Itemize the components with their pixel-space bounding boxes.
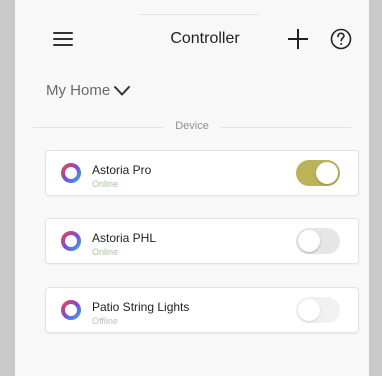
- chevron-down-icon: [114, 85, 131, 95]
- page-title: Controller: [170, 30, 240, 47]
- device-logo-icon: [61, 163, 81, 183]
- plus-icon[interactable]: [286, 27, 310, 51]
- hamburger-menu-icon[interactable]: [53, 32, 73, 46]
- device-status: Online: [92, 247, 119, 257]
- device-status: Online: [92, 179, 119, 189]
- device-name: Astoria Pro: [92, 163, 152, 177]
- header: Controller: [15, 0, 369, 75]
- home-selector-label: My Home: [46, 82, 111, 99]
- toggle-knob: [298, 299, 320, 321]
- help-icon[interactable]: [330, 28, 352, 50]
- device-card-astoria-pro[interactable]: Astoria Pro Online: [45, 150, 359, 196]
- section-line-left: [33, 127, 163, 128]
- device-section-header: Device: [33, 118, 351, 138]
- section-label: Device: [175, 120, 209, 132]
- toggle-knob: [316, 162, 338, 184]
- device-card-astoria-phl[interactable]: Astoria PHL Online: [45, 218, 359, 264]
- device-card-patio-string-lights[interactable]: Patio String Lights Offline: [45, 287, 359, 333]
- device-logo-icon: [61, 300, 81, 320]
- device-name: Patio String Lights: [92, 300, 190, 314]
- device-name: Astoria PHL: [92, 231, 157, 245]
- section-line-right: [221, 127, 351, 128]
- app-screen: Controller My Home Device Astoria Pro On…: [15, 0, 369, 376]
- device-logo-icon: [61, 231, 81, 251]
- device-power-toggle[interactable]: [296, 297, 340, 323]
- toggle-knob: [298, 230, 320, 252]
- device-power-toggle[interactable]: [296, 160, 340, 186]
- device-power-toggle[interactable]: [296, 228, 340, 254]
- home-selector[interactable]: My Home: [46, 82, 131, 99]
- device-status: Offline: [92, 316, 118, 326]
